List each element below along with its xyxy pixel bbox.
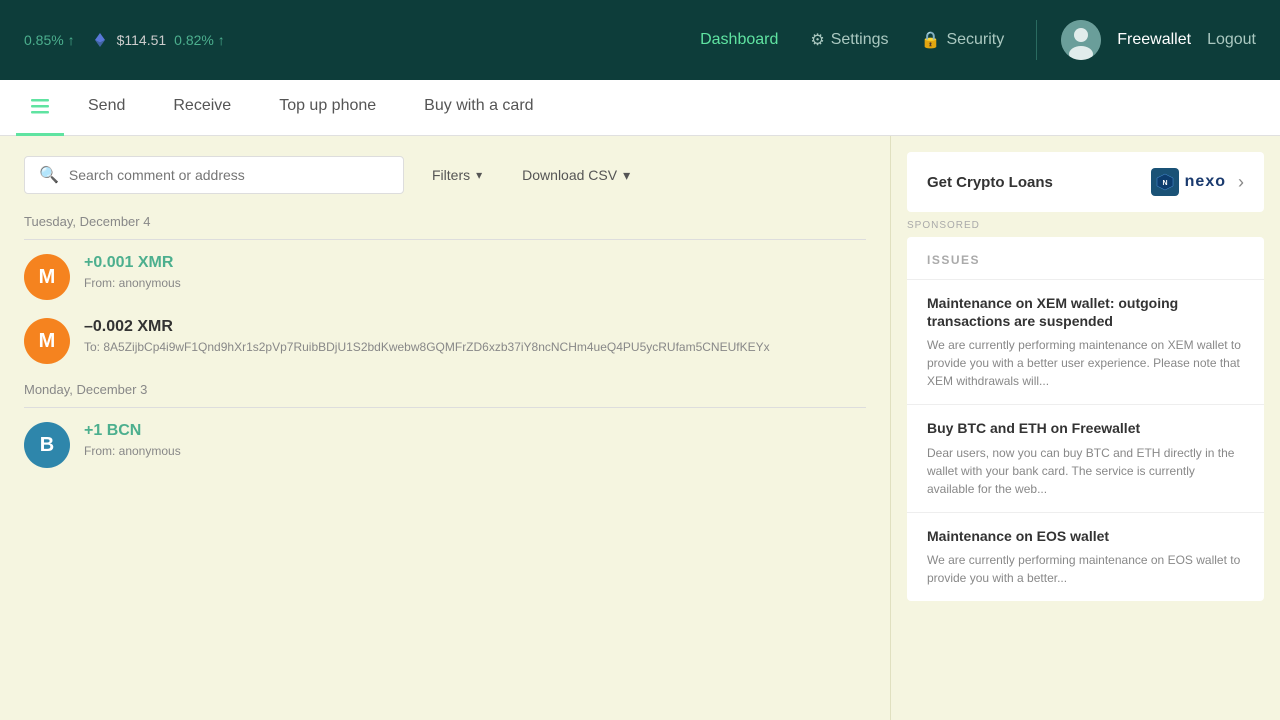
sponsored-label: SPONSORED (891, 220, 1280, 237)
tx-sub-2: To: 8A5ZijbCp4i9wF1Qnd9hXr1s2pVp7RuibBDj… (84, 340, 866, 354)
main-layout: 🔍 Filters ▾ Download CSV ▾ Tuesday, Dece… (0, 136, 1280, 720)
promo-text: Get Crypto Loans (927, 174, 1139, 191)
csv-label: Download CSV (522, 167, 617, 183)
price-info-1: 0.85% ↑ (24, 32, 75, 48)
app-header: 0.85% ↑ $114.51 0.82% ↑ Dashboard ⚙ Sett… (0, 0, 1280, 80)
tx-avatar-2: M (24, 318, 70, 364)
date-label-1: Tuesday, December 4 (24, 214, 866, 229)
issue-title-1: Maintenance on XEM wallet: outgoing tran… (927, 294, 1244, 330)
issue-item-2[interactable]: Buy BTC and ETH on Freewallet Dear users… (907, 405, 1264, 512)
avatar (1061, 20, 1101, 60)
download-csv-button[interactable]: Download CSV ▾ (510, 159, 642, 192)
date-divider-2 (24, 407, 866, 408)
tx-avatar-1: M (24, 254, 70, 300)
tx-group-2: Monday, December 3 B +1 BCN From: anonym… (24, 382, 866, 468)
list-icon (29, 95, 51, 117)
tx-item-3[interactable]: B +1 BCN From: anonymous (24, 422, 866, 468)
gear-icon: ⚙ (810, 30, 824, 50)
issue-title-2: Buy BTC and ETH on Freewallet (927, 419, 1244, 437)
header-nav: Dashboard ⚙ Settings 🔒 Security (700, 30, 1004, 50)
issue-desc-3: We are currently performing maintenance … (927, 551, 1244, 587)
date-label-2: Monday, December 3 (24, 382, 866, 397)
tx-item-2[interactable]: M –0.002 XMR To: 8A5ZijbCp4i9wF1Qnd9hXr1… (24, 318, 866, 364)
tx-sub-1: From: anonymous (84, 276, 866, 290)
tx-item-1[interactable]: M +0.001 XMR From: anonymous (24, 254, 866, 300)
lock-icon: 🔒 (921, 30, 941, 50)
price2-pct: 0.82% ↑ (174, 32, 225, 48)
issue-title-3: Maintenance on EOS wallet (927, 527, 1244, 545)
issues-section: ISSUES Maintenance on XEM wallet: outgoi… (907, 237, 1264, 601)
security-label: Security (946, 31, 1004, 49)
tab-top-up-phone[interactable]: Top up phone (255, 80, 400, 136)
nexo-svg-icon: N (1156, 173, 1174, 191)
header-left: 0.85% ↑ $114.51 0.82% ↑ (24, 31, 668, 49)
tx-sub-3: From: anonymous (84, 444, 866, 458)
tab-receive-label: Receive (173, 97, 231, 115)
search-input[interactable] (69, 167, 389, 183)
settings-label: Settings (831, 31, 889, 49)
tx-info-2: –0.002 XMR To: 8A5ZijbCp4i9wF1Qnd9hXr1s2… (84, 318, 866, 354)
tx-amount-1: +0.001 XMR (84, 254, 866, 272)
price1-pct: 0.85% ↑ (24, 32, 75, 48)
nexo-logo: N nexo (1151, 168, 1226, 196)
eth-price: $114.51 (117, 32, 167, 48)
left-panel: 🔍 Filters ▾ Download CSV ▾ Tuesday, Dece… (0, 136, 890, 720)
nav-settings[interactable]: ⚙ Settings (810, 30, 888, 50)
promo-chevron-icon: › (1238, 172, 1244, 193)
tab-send-label: Send (88, 97, 125, 115)
header-right: Freewallet Logout (1036, 20, 1256, 60)
tab-receive[interactable]: Receive (149, 80, 255, 136)
filters-label: Filters (432, 167, 470, 183)
logout-button[interactable]: Logout (1207, 31, 1256, 49)
issues-header: ISSUES (907, 249, 1264, 280)
issue-desc-1: We are currently performing maintenance … (927, 336, 1244, 390)
nexo-brand-label: nexo (1185, 173, 1226, 191)
dashboard-label: Dashboard (700, 31, 778, 49)
search-icon: 🔍 (39, 165, 59, 185)
tx-amount-3: +1 BCN (84, 422, 866, 440)
issue-desc-2: Dear users, now you can buy BTC and ETH … (927, 444, 1244, 498)
issue-item-3[interactable]: Maintenance on EOS wallet We are current… (907, 513, 1264, 601)
search-bar: 🔍 (24, 156, 404, 194)
tab-top-up-label: Top up phone (279, 97, 376, 115)
search-filter-row: 🔍 Filters ▾ Download CSV ▾ (24, 156, 866, 194)
filters-chevron-icon: ▾ (476, 168, 482, 182)
tx-info-1: +0.001 XMR From: anonymous (84, 254, 866, 290)
tab-buy-with-card[interactable]: Buy with a card (400, 80, 557, 136)
svg-text:N: N (1162, 180, 1167, 187)
right-panel: Get Crypto Loans N nexo › SPONSORED ISSU… (890, 136, 1280, 720)
tab-buy-label: Buy with a card (424, 97, 533, 115)
tabs-bar: Send Receive Top up phone Buy with a car… (0, 80, 1280, 136)
tab-send[interactable]: Send (64, 80, 149, 136)
issue-item-1[interactable]: Maintenance on XEM wallet: outgoing tran… (907, 280, 1264, 405)
eth-icon (91, 31, 109, 49)
tx-group-1: Tuesday, December 4 M +0.001 XMR From: a… (24, 214, 866, 364)
promo-card[interactable]: Get Crypto Loans N nexo › (907, 152, 1264, 212)
nav-dashboard[interactable]: Dashboard (700, 31, 778, 49)
nav-security[interactable]: 🔒 Security (921, 30, 1005, 50)
eth-price-info: $114.51 0.82% ↑ (91, 31, 225, 49)
nexo-icon: N (1151, 168, 1179, 196)
username-label: Freewallet (1117, 31, 1191, 49)
tab-list-icon[interactable] (16, 80, 64, 136)
tx-amount-2: –0.002 XMR (84, 318, 866, 336)
date-divider-1 (24, 239, 866, 240)
user-avatar-icon (1061, 20, 1101, 60)
csv-chevron-icon: ▾ (623, 167, 630, 184)
tx-info-3: +1 BCN From: anonymous (84, 422, 866, 458)
tx-avatar-3: B (24, 422, 70, 468)
filters-button[interactable]: Filters ▾ (420, 159, 494, 191)
